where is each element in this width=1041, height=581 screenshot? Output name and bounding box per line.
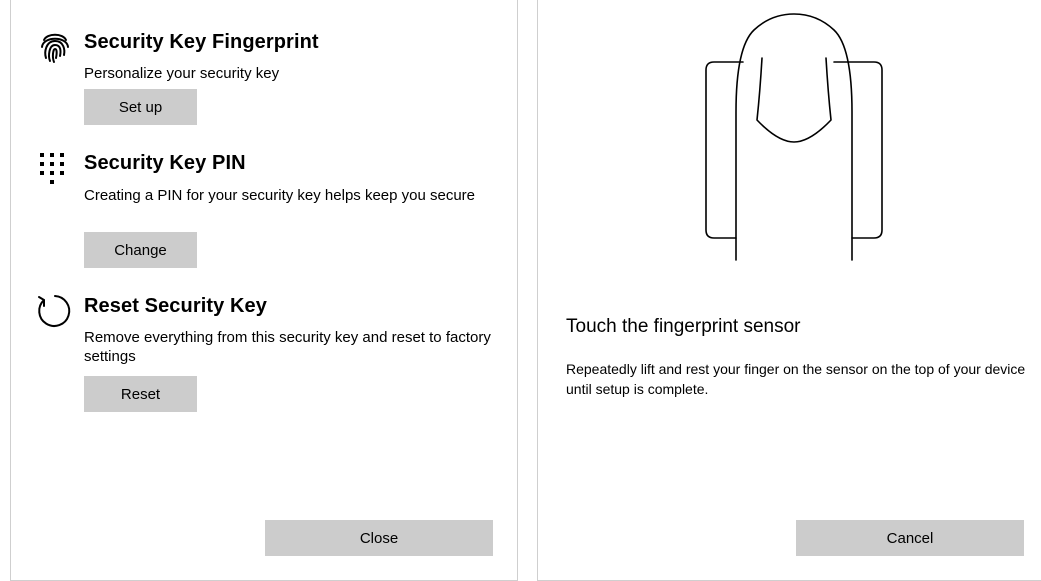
fingerprint-setup-dialog: Touch the fingerprint sensor Repeatedly … <box>537 0 1041 581</box>
fingerprint-title: Security Key Fingerprint <box>84 31 319 53</box>
fingerprint-description: Personalize your security key <box>84 65 280 82</box>
right-description: Repeatedly lift and rest your finger on … <box>566 361 1026 397</box>
close-button[interactable]: Close <box>265 520 493 556</box>
cancel-button[interactable]: Cancel <box>796 520 1024 556</box>
change-button[interactable]: Change <box>84 232 197 268</box>
setup-button[interactable]: Set up <box>84 89 197 125</box>
pin-description: Creating a PIN for your security key hel… <box>84 187 476 204</box>
pin-title: Security Key PIN <box>84 152 246 174</box>
reset-button[interactable]: Reset <box>84 376 197 412</box>
keypad-icon <box>37 150 73 186</box>
reset-icon <box>33 291 71 327</box>
reset-description: Remove everything from this security key… <box>84 329 491 365</box>
right-title: Touch the fingerprint sensor <box>566 316 801 337</box>
security-key-settings-dialog: Security Key Fingerprint Personalize you… <box>10 0 518 581</box>
reset-title: Reset Security Key <box>84 295 268 317</box>
fingerprint-icon <box>37 28 73 64</box>
finger-on-key-illustration <box>705 13 883 261</box>
